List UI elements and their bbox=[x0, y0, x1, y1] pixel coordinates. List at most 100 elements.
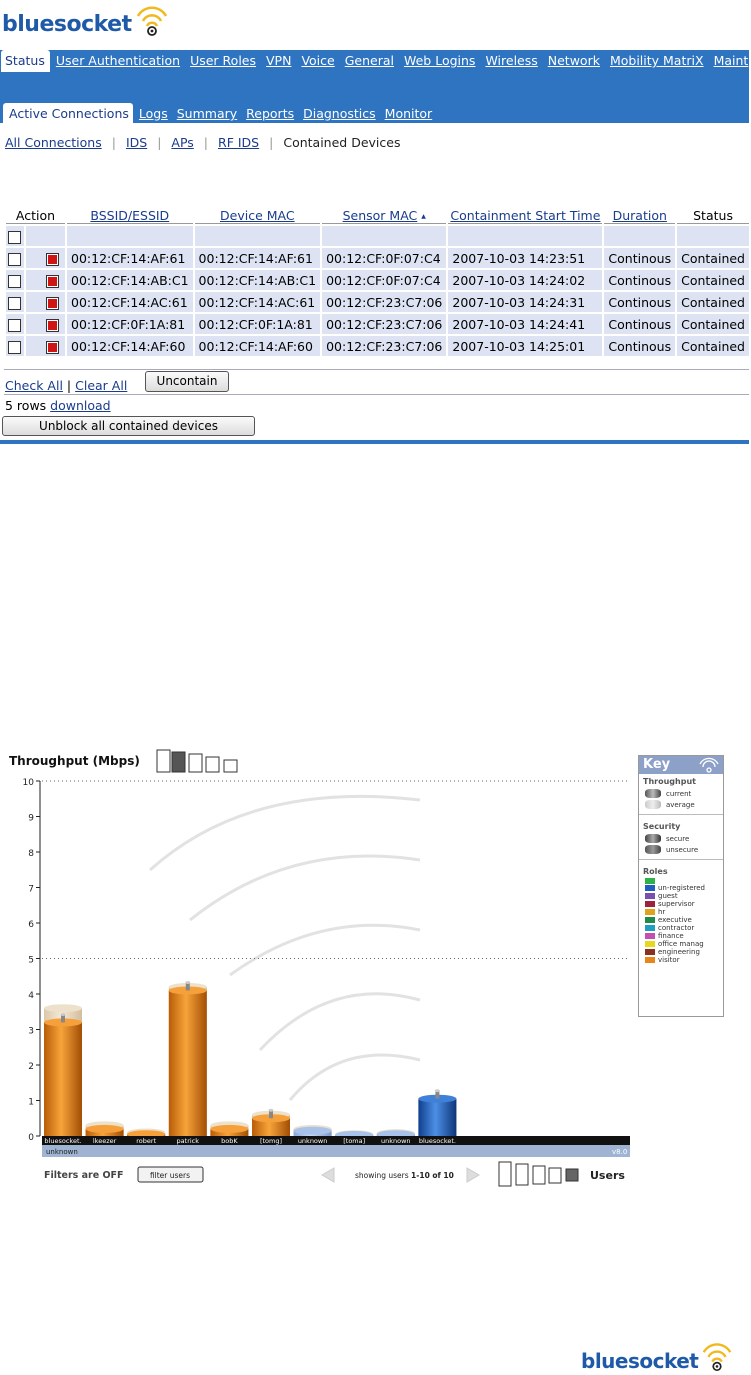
ids-link[interactable]: IDS bbox=[126, 135, 147, 150]
col-bssid[interactable]: BSSID/ESSID bbox=[67, 207, 193, 224]
chart-key: Key Throughput current average Security … bbox=[638, 755, 724, 1017]
subtab-summary[interactable]: Summary bbox=[171, 103, 240, 123]
contained-stop-icon[interactable] bbox=[46, 274, 60, 288]
role-swatch bbox=[645, 957, 655, 963]
key-role-item: engineering bbox=[639, 948, 723, 956]
row-checkbox[interactable] bbox=[8, 252, 21, 266]
device-mac-cell: 00:12:CF:14:AF:60 bbox=[194, 336, 321, 356]
user-bar[interactable] bbox=[85, 1121, 124, 1136]
role-label: engineering bbox=[658, 948, 700, 956]
tab-status[interactable]: Status bbox=[1, 50, 50, 72]
user-bar[interactable] bbox=[418, 1089, 457, 1136]
sort-duration-link[interactable]: Duration bbox=[613, 208, 667, 223]
col-device-mac[interactable]: Device MAC bbox=[194, 207, 321, 224]
bar-count-icon[interactable] bbox=[156, 749, 171, 773]
bssid-value: 00:12:CF:14:AF:61 bbox=[71, 250, 186, 266]
tab-web-logins[interactable]: Web Logins bbox=[398, 50, 479, 72]
prev-page-icon[interactable] bbox=[321, 1167, 335, 1183]
unblock-all-button[interactable]: Unblock all contained devices bbox=[2, 416, 255, 436]
subtab-active-connections[interactable]: Active Connections bbox=[3, 103, 133, 123]
role-swatch bbox=[645, 901, 655, 907]
bar-count-icon[interactable] bbox=[171, 751, 186, 773]
select-all-checkbox[interactable] bbox=[8, 230, 21, 244]
contained-stop-icon[interactable] bbox=[46, 296, 60, 310]
tab-user-authentication[interactable]: User Authentication bbox=[50, 50, 184, 72]
uncontain-button[interactable]: Uncontain bbox=[145, 371, 229, 392]
role-swatch bbox=[645, 893, 655, 899]
clear-all-link[interactable]: Clear All bbox=[75, 378, 127, 393]
bar-count-toggle[interactable] bbox=[156, 749, 238, 773]
status-cell: Contained bbox=[677, 248, 749, 268]
bar-count-icon[interactable] bbox=[205, 756, 220, 773]
separator: | bbox=[157, 135, 162, 150]
tab-user-roles[interactable]: User Roles bbox=[184, 50, 260, 72]
user-bar[interactable] bbox=[293, 1124, 332, 1136]
contained-stop-icon[interactable] bbox=[46, 318, 60, 332]
col-duration[interactable]: Duration bbox=[604, 207, 676, 224]
tab-general[interactable]: General bbox=[339, 50, 398, 72]
row-checkbox[interactable] bbox=[8, 340, 21, 354]
users-count-icon[interactable] bbox=[515, 1163, 529, 1186]
row-select-cell bbox=[6, 270, 24, 290]
download-link[interactable]: download bbox=[50, 398, 110, 413]
sort-bssid-link[interactable]: BSSID/ESSID bbox=[90, 208, 169, 223]
users-count-toggle[interactable] bbox=[498, 1161, 579, 1187]
tab-network[interactable]: Network bbox=[542, 50, 604, 72]
row-checkbox[interactable] bbox=[8, 318, 21, 332]
users-count-icon[interactable] bbox=[548, 1167, 562, 1184]
subtab-monitor[interactable]: Monitor bbox=[379, 103, 436, 123]
bar-count-icon[interactable] bbox=[188, 753, 203, 773]
rf-ids-link[interactable]: RF IDS bbox=[218, 135, 259, 150]
selected-user-band bbox=[42, 1145, 630, 1157]
tab-voice[interactable]: Voice bbox=[295, 50, 338, 72]
subtab-reports[interactable]: Reports bbox=[240, 103, 297, 123]
key-average: average bbox=[666, 800, 695, 809]
col-start-time[interactable]: Containment Start Time bbox=[448, 207, 603, 224]
start-time-value: 2007-10-03 14:23:51 bbox=[452, 250, 586, 266]
bssid-cell: 00:12:CF:14:AC:61 bbox=[67, 292, 193, 312]
next-page-icon[interactable] bbox=[466, 1167, 480, 1183]
current-bar[interactable] bbox=[418, 1098, 457, 1136]
bars[interactable] bbox=[44, 980, 457, 1139]
current-bar-top bbox=[293, 1126, 332, 1135]
tab-wireless[interactable]: Wireless bbox=[479, 50, 541, 72]
key-role-item: office manag bbox=[639, 940, 723, 948]
bssid-cell: 00:12:CF:0F:1A:81 bbox=[67, 314, 193, 334]
row-action-cell bbox=[26, 270, 66, 290]
device-mac-value: 00:12:CF:14:AF:60 bbox=[198, 338, 313, 354]
bar-marker-top bbox=[60, 1012, 66, 1016]
table-row: 00:12:CF:14:AF:60 00:12:CF:14:AF:60 00:12:… bbox=[6, 336, 749, 356]
sort-device-mac-link[interactable]: Device MAC bbox=[220, 208, 295, 223]
row-checkbox[interactable] bbox=[8, 296, 21, 310]
sort-start-time-link[interactable]: Containment Start Time bbox=[450, 208, 600, 223]
status-value: Contained bbox=[681, 250, 745, 266]
bar-count-icon[interactable] bbox=[223, 759, 238, 773]
key-throughput-label: Throughput bbox=[643, 777, 696, 786]
subtab-diagnostics[interactable]: Diagnostics bbox=[297, 103, 379, 123]
user-bar[interactable] bbox=[168, 980, 207, 1136]
contained-stop-icon[interactable] bbox=[46, 252, 60, 266]
key-wifi-icon bbox=[699, 757, 719, 773]
check-all-link[interactable]: Check All bbox=[5, 378, 63, 393]
secondary-tabs: Active Connections Logs Summary Reports Diag… bbox=[2, 103, 435, 123]
contained-stop-icon[interactable] bbox=[46, 340, 60, 354]
current-bar[interactable] bbox=[44, 1022, 82, 1136]
all-connections-link[interactable]: All Connections bbox=[5, 135, 102, 150]
user-bar[interactable] bbox=[252, 1108, 290, 1136]
row-checkbox[interactable] bbox=[8, 274, 21, 288]
subtab-logs[interactable]: Logs bbox=[133, 103, 171, 123]
footer-wifi-icon bbox=[703, 1343, 732, 1372]
tab-maint[interactable]: Maint bbox=[708, 50, 749, 72]
current-bar[interactable] bbox=[168, 990, 207, 1136]
user-bar[interactable] bbox=[44, 1004, 82, 1136]
users-count-icon[interactable] bbox=[498, 1161, 512, 1187]
tab-mobility-matrix[interactable]: Mobility MatriX bbox=[604, 50, 708, 72]
users-count-icon[interactable] bbox=[565, 1168, 579, 1182]
aps-link[interactable]: APs bbox=[171, 135, 193, 150]
bssid-value: 00:12:CF:14:AF:60 bbox=[71, 338, 186, 354]
tab-vpn[interactable]: VPN bbox=[260, 50, 295, 72]
users-count-icon[interactable] bbox=[532, 1165, 546, 1185]
col-sensor-mac[interactable]: Sensor MAC ▲ bbox=[322, 207, 447, 224]
user-bar[interactable] bbox=[210, 1121, 249, 1136]
sort-sensor-mac-link[interactable]: Sensor MAC bbox=[343, 208, 418, 223]
